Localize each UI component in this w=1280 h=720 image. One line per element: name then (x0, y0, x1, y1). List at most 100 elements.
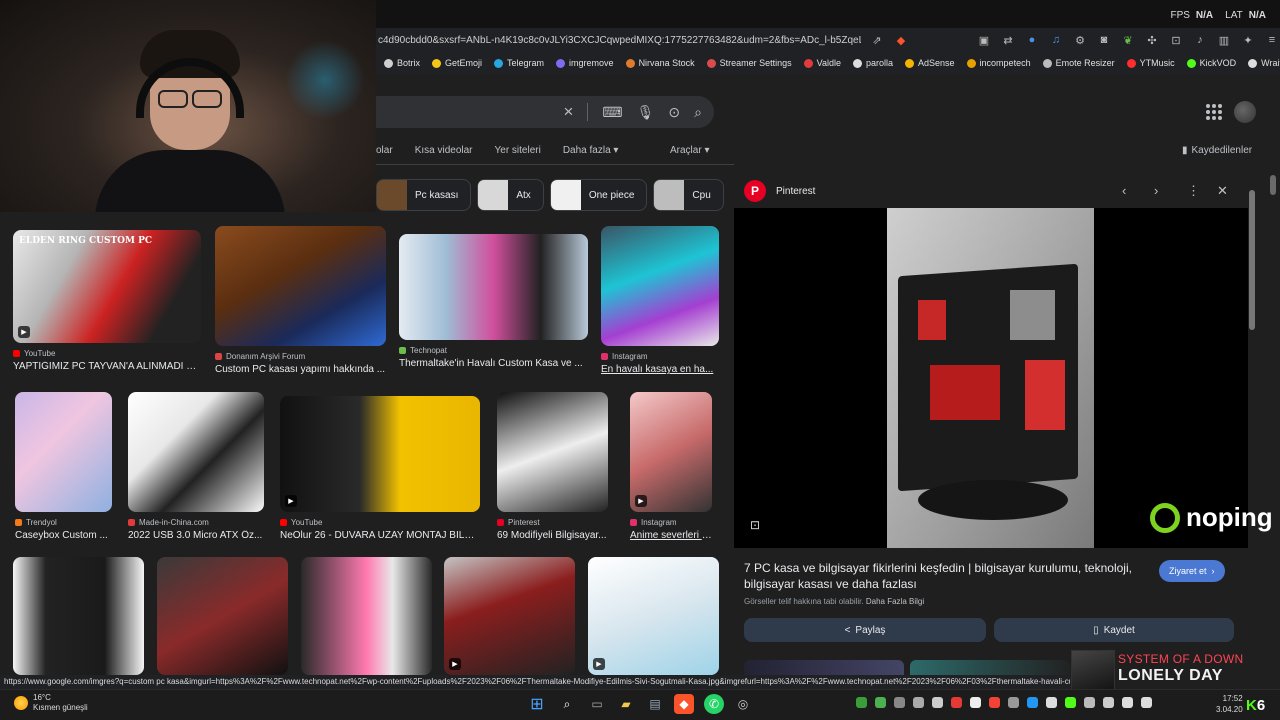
result-thumbnail[interactable] (15, 392, 112, 512)
bookmark-item[interactable]: Streamer Settings (706, 58, 792, 68)
image-result[interactable]: ▶ Instagram Anime severleri bu... (630, 392, 712, 541)
image-result[interactable]: ▶ YouTube NeOlur 26 - DUVARA UZAY MONTAJ B… (280, 396, 480, 541)
tray-bluetooth-icon[interactable] (1027, 697, 1038, 708)
image-result[interactable]: ▶ (444, 557, 575, 675)
result-title[interactable]: En havalı kasaya en ha... (601, 364, 719, 375)
result-thumbnail[interactable]: ▶ (588, 557, 719, 675)
preview-source[interactable]: Pinterest (776, 186, 815, 197)
related-chip[interactable]: Atx (477, 179, 544, 211)
windows-start-icon[interactable]: ⊞ (527, 694, 547, 714)
result-source[interactable]: YouTube (280, 518, 480, 527)
wallet-icon[interactable]: ✦ (1240, 32, 1256, 48)
music-icon[interactable]: ♪ (1192, 32, 1208, 48)
result-title[interactable]: NeOlur 26 - DUVARA UZAY MONTAJ BİLGİ... (280, 530, 480, 541)
result-thumbnail[interactable]: ELDEN RING CUSTOM PC ▶ (13, 230, 201, 343)
bookmark-item[interactable]: Wraith (1248, 58, 1280, 68)
bookmark-item[interactable]: AdSense (905, 58, 955, 68)
brave-icon[interactable]: ◆ (674, 694, 694, 714)
result-title[interactable]: YAPTIĞIMIZ PC TAYVAN'A ALINMADI B... (13, 361, 201, 372)
microphone-icon[interactable]: 🎙 (637, 104, 655, 121)
apps-grid-icon[interactable] (1206, 104, 1222, 120)
audio-icon[interactable]: ♫ (1048, 32, 1064, 48)
result-thumbnail[interactable] (157, 557, 288, 675)
tray-chevron-icon[interactable] (1084, 697, 1095, 708)
search-icon[interactable]: ⌕ (557, 694, 577, 714)
clock[interactable]: 17:52 3.04.20 (1216, 693, 1243, 715)
camera-icon[interactable]: ◙ (1096, 32, 1112, 48)
tools-button[interactable]: Araçlar ▾ (670, 145, 709, 156)
more-vert-icon[interactable]: ⋮ (1187, 183, 1200, 199)
result-source[interactable]: Made-in-China.com (128, 518, 264, 527)
leaf-icon[interactable]: ❦ (1120, 32, 1136, 48)
image-result[interactable]: Donanım Arşivi Forum Custom PC kasası yap… (215, 226, 386, 375)
save-button[interactable]: ▯ Kaydet (994, 618, 1234, 642)
related-image[interactable] (910, 660, 1070, 675)
result-title[interactable]: Thermaltake'in Havalı Custom Kasa ve ... (399, 358, 588, 369)
tray-app-icon[interactable] (951, 697, 962, 708)
tray-app-icon[interactable] (1008, 697, 1019, 708)
tray-mic-icon[interactable] (1103, 697, 1114, 708)
result-source[interactable]: Instagram (630, 518, 712, 527)
tray-volume-icon[interactable] (1141, 697, 1152, 708)
image-result[interactable] (301, 557, 432, 675)
task-view-icon[interactable]: ▭ (587, 694, 607, 714)
lens-icon[interactable]: ⊙ (668, 104, 680, 121)
related-image[interactable] (744, 660, 904, 675)
extension-blue-icon[interactable]: ● (1024, 32, 1040, 48)
tray-app-icon[interactable] (875, 697, 886, 708)
tray-record-icon[interactable] (989, 697, 1000, 708)
result-thumbnail[interactable]: ▶ (444, 557, 575, 675)
tray-nvidia-icon[interactable] (856, 697, 867, 708)
brave-shield-icon[interactable]: ◆ (893, 32, 909, 48)
panel-scrollbar[interactable] (1249, 190, 1255, 330)
search-input[interactable]: × ⌨ 🎙 ⊙ ⌕ (376, 96, 714, 128)
tray-app-icon[interactable] (970, 697, 981, 708)
preview-title[interactable]: 7 PC kasa ve bilgisayar fikirlerini keşf… (744, 560, 1150, 592)
avatar[interactable] (1234, 101, 1256, 123)
store-icon[interactable]: ▤ (645, 694, 665, 714)
tray-network-icon[interactable] (1122, 697, 1133, 708)
image-result[interactable]: ▶ (588, 557, 719, 675)
result-thumbnail[interactable]: ▶ (630, 392, 712, 512)
result-thumbnail[interactable] (497, 392, 608, 512)
visit-button[interactable]: Ziyaret et › (1159, 560, 1225, 582)
related-chip[interactable]: Pc kasası (376, 179, 472, 211)
close-icon[interactable]: × (563, 102, 573, 122)
chevron-right-icon[interactable]: › (1154, 183, 1158, 198)
tray-app-icon[interactable] (913, 697, 924, 708)
image-result[interactable]: Made-in-China.com 2022 USB 3.0 Micro ATX … (128, 392, 264, 541)
saved-button[interactable]: ▮ Kaydedilenler (1182, 145, 1252, 156)
obs-icon[interactable]: ◎ (733, 694, 753, 714)
result-thumbnail[interactable] (399, 234, 588, 340)
sidebar-icon[interactable]: ▥ (1216, 32, 1232, 48)
tab-places[interactable]: Yer siteleri (495, 145, 541, 159)
search-icon[interactable]: ⌕ (694, 104, 702, 121)
bookmark-item[interactable]: Botrix (384, 58, 420, 68)
bookmark-item[interactable]: Telegram (494, 58, 544, 68)
puzzle-icon[interactable]: ✣ (1144, 32, 1160, 48)
weather-widget[interactable]: 16°C Kısmen güneşli (14, 693, 88, 713)
tray-app-icon[interactable] (894, 697, 905, 708)
file-explorer-icon[interactable]: ▰ (616, 694, 636, 714)
screenshot-icon[interactable]: ⊡ (1168, 32, 1184, 48)
address-bar[interactable]: c4d90cbdd0&sxsrf=ANbL-n4K19c8c0vJLYi3CXC… (376, 28, 1280, 52)
result-title[interactable]: Custom PC kasası yapımı hakkında ... (215, 364, 386, 375)
tray-kick-icon[interactable] (1065, 697, 1076, 708)
translate-icon[interactable]: ⇄ (1000, 32, 1016, 48)
bookmark-item[interactable]: Nirvana Stock (625, 58, 695, 68)
image-result[interactable]: Pinterest 69 Modifiyeli Bilgisayar... (497, 392, 608, 541)
extension-icon[interactable]: ▣ (976, 32, 992, 48)
bookmark-item[interactable]: YTMusic (1126, 58, 1175, 68)
result-title[interactable]: Anime severleri bu... (630, 530, 712, 541)
chevron-left-icon[interactable]: ‹ (1122, 183, 1126, 198)
bookmark-item[interactable]: GetEmoji (432, 58, 482, 68)
image-result[interactable] (13, 557, 144, 675)
menu-icon[interactable]: ≡ (1264, 32, 1280, 48)
share-page-icon[interactable]: ⇗ (869, 32, 885, 48)
result-source[interactable]: Instagram (601, 352, 719, 361)
whatsapp-icon[interactable]: ✆ (704, 694, 724, 714)
keyboard-icon[interactable]: ⌨ (602, 104, 622, 121)
result-source[interactable]: Technopat (399, 346, 588, 355)
image-result[interactable] (157, 557, 288, 675)
visual-search-icon[interactable]: ⊡ (750, 518, 764, 532)
